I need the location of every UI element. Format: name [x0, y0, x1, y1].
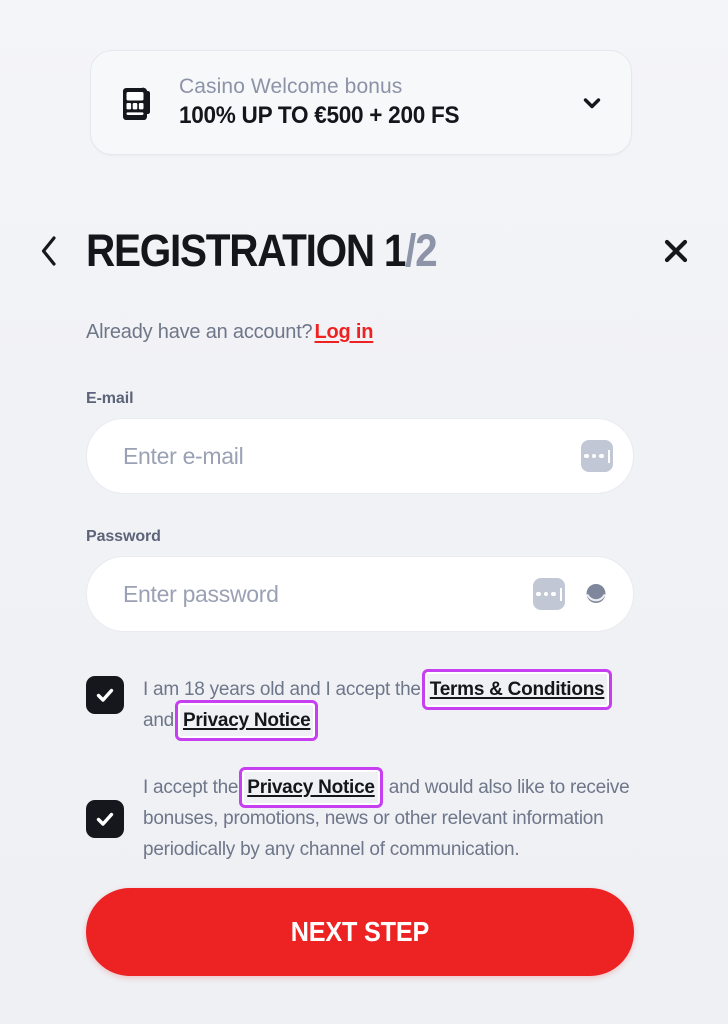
next-step-label: NEXT STEP — [290, 916, 430, 947]
password-input[interactable] — [123, 580, 527, 608]
page-title: REGISTRATION 1/2 — [86, 220, 438, 282]
consent-text-before: I accept the — [143, 777, 239, 798]
page-title-main: REGISTRATION 1 — [86, 225, 406, 276]
email-input[interactable] — [123, 442, 575, 470]
account-prompt-text: Already have an account? — [86, 321, 313, 343]
back-button[interactable] — [32, 230, 66, 272]
autofill-caret — [559, 587, 562, 601]
autofill-dot — [591, 453, 597, 459]
account-prompt: Already have an account? Log in — [86, 318, 634, 346]
email-field-wrapper[interactable] — [86, 418, 634, 494]
terms-and-conditions-link[interactable]: Terms & Conditions — [421, 669, 613, 710]
consent-text-marketing: I accept the Privacy Notice, and would a… — [124, 767, 634, 865]
registration-screen: Casino Welcome bonus 100% UP TO €500 + 2… — [0, 0, 728, 1024]
autofill-dots-icon[interactable] — [581, 440, 613, 472]
consent-row-marketing: I accept the Privacy Notice, and would a… — [86, 767, 634, 865]
autofill-caret — [607, 449, 610, 463]
dialog-header: REGISTRATION 1/2 — [0, 208, 728, 294]
autofill-dot — [551, 591, 556, 597]
autofill-dot — [584, 453, 589, 459]
consent-checkbox-marketing[interactable] — [86, 799, 124, 838]
page-title-step-total: /2 — [405, 225, 438, 276]
autofill-dot — [543, 591, 549, 597]
next-step-button[interactable]: NEXT STEP — [86, 888, 634, 976]
close-icon[interactable] — [655, 230, 697, 272]
privacy-notice-link[interactable]: Privacy Notice — [239, 767, 383, 808]
autofill-dots-icon[interactable] — [533, 578, 565, 610]
privacy-notice-link[interactable]: Privacy Notice — [174, 700, 319, 741]
consent-text-before: I am 18 years old and I accept the — [143, 679, 421, 700]
login-link[interactable]: Log in — [312, 321, 373, 343]
consent-row-age-terms: I am 18 years old and I accept the Terms… — [86, 669, 634, 741]
consent-checkbox-age-terms[interactable] — [86, 676, 124, 714]
password-field-wrapper[interactable] — [86, 556, 634, 632]
autofill-dot — [536, 591, 541, 597]
eye-icon[interactable] — [579, 577, 613, 611]
chevron-down-icon[interactable] — [575, 86, 609, 120]
bonus-title: Casino Welcome bonus — [179, 75, 403, 99]
consent-text-age-terms: I am 18 years old and I accept the Terms… — [124, 669, 634, 741]
bonus-text-group: Casino Welcome bonus 100% UP TO €500 + 2… — [165, 74, 575, 130]
autofill-dot — [599, 453, 604, 459]
bonus-banner[interactable]: Casino Welcome bonus 100% UP TO €500 + 2… — [90, 50, 632, 155]
email-label: E-mail — [86, 390, 134, 407]
consent-text-middle: and — [143, 710, 174, 731]
password-label: Password — [86, 528, 161, 545]
bonus-amount: 100% UP TO €500 + 200 FS — [179, 101, 460, 129]
registration-form: Already have an account?Log in E-mail Pa… — [86, 318, 634, 865]
slot-machine-icon — [111, 76, 165, 130]
